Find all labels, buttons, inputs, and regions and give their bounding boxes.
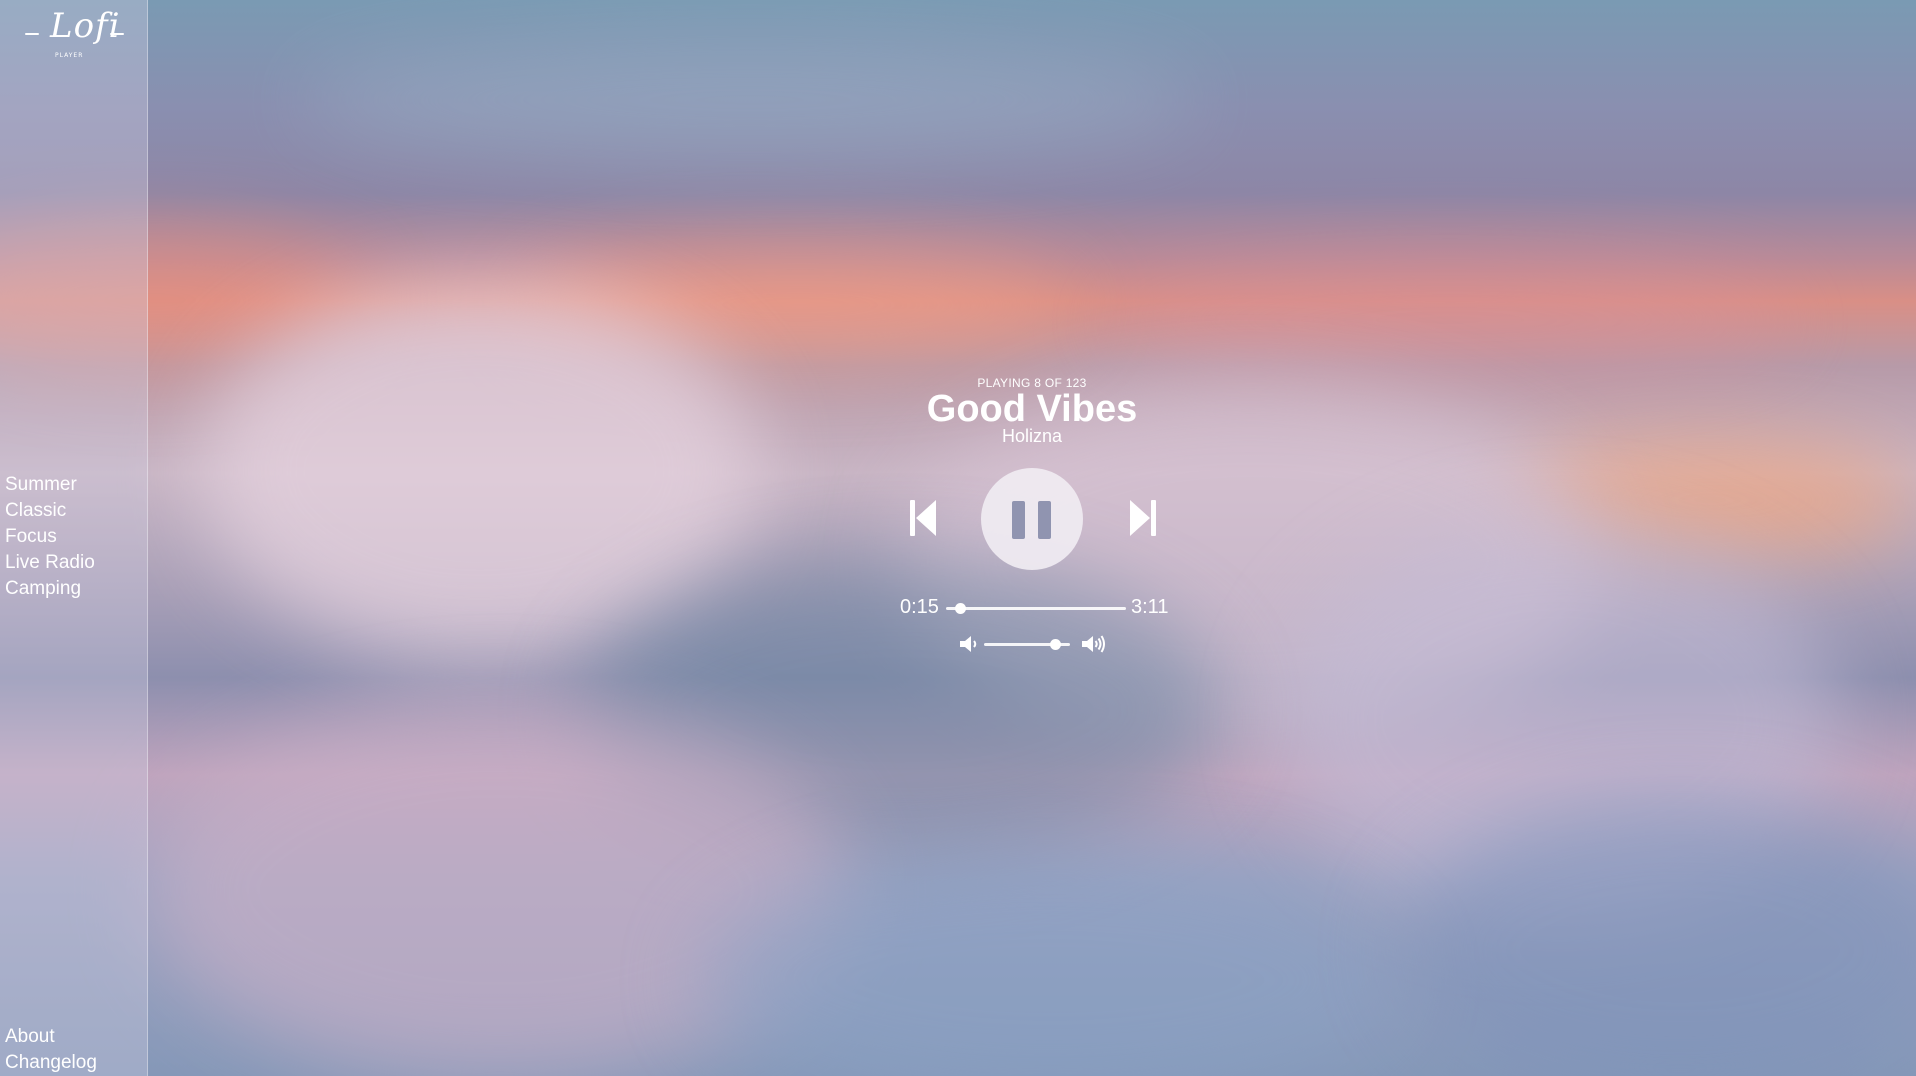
- skip-forward-icon: [1130, 500, 1156, 536]
- previous-button[interactable]: [908, 498, 940, 538]
- volume-down-button[interactable]: [958, 634, 980, 654]
- volume-slider[interactable]: [984, 639, 1070, 650]
- next-button[interactable]: [1126, 498, 1158, 538]
- progress-slider[interactable]: [946, 603, 1126, 614]
- pause-icon-bar-right: [1038, 501, 1051, 539]
- skip-back-icon: [910, 500, 936, 536]
- sidebar: Lofi PLAYER Summer Classic Focus Live Ra…: [0, 0, 148, 1076]
- volume-handle[interactable]: [1050, 639, 1062, 650]
- about-link[interactable]: About: [5, 1024, 97, 1050]
- pause-button[interactable]: [981, 468, 1083, 570]
- volume-high-icon: [1082, 635, 1105, 653]
- pause-icon: [1012, 501, 1025, 539]
- station-item-classic[interactable]: Classic: [5, 498, 95, 524]
- sidebar-footer-links: About Changelog: [5, 1024, 97, 1076]
- volume-low-icon: [960, 636, 977, 652]
- changelog-link[interactable]: Changelog: [5, 1050, 97, 1076]
- logo-dash-right: [110, 33, 124, 35]
- logo-subtext: PLAYER: [55, 52, 84, 59]
- station-item-focus[interactable]: Focus: [5, 524, 95, 550]
- total-time: 3:11: [1131, 596, 1169, 618]
- logo-text: Lofi: [50, 6, 121, 46]
- progress-handle[interactable]: [955, 603, 967, 614]
- current-time: 0:15: [900, 596, 939, 618]
- player-panel: PLAYING 8 OF 123 Good Vibes Holizna 0:15…: [882, 372, 1182, 662]
- artist-name: Holizna: [1001, 426, 1063, 446]
- station-list: Summer Classic Focus Live Radio Camping: [5, 472, 95, 602]
- volume-up-button[interactable]: [1080, 634, 1106, 654]
- lofi-player-logo[interactable]: Lofi PLAYER: [22, 6, 126, 64]
- station-item-camping[interactable]: Camping: [5, 576, 95, 602]
- song-title: Good Vibes: [926, 388, 1138, 430]
- station-item-live-radio[interactable]: Live Radio: [5, 550, 95, 576]
- logo-dash-left: [25, 33, 39, 35]
- station-item-summer[interactable]: Summer: [5, 472, 95, 498]
